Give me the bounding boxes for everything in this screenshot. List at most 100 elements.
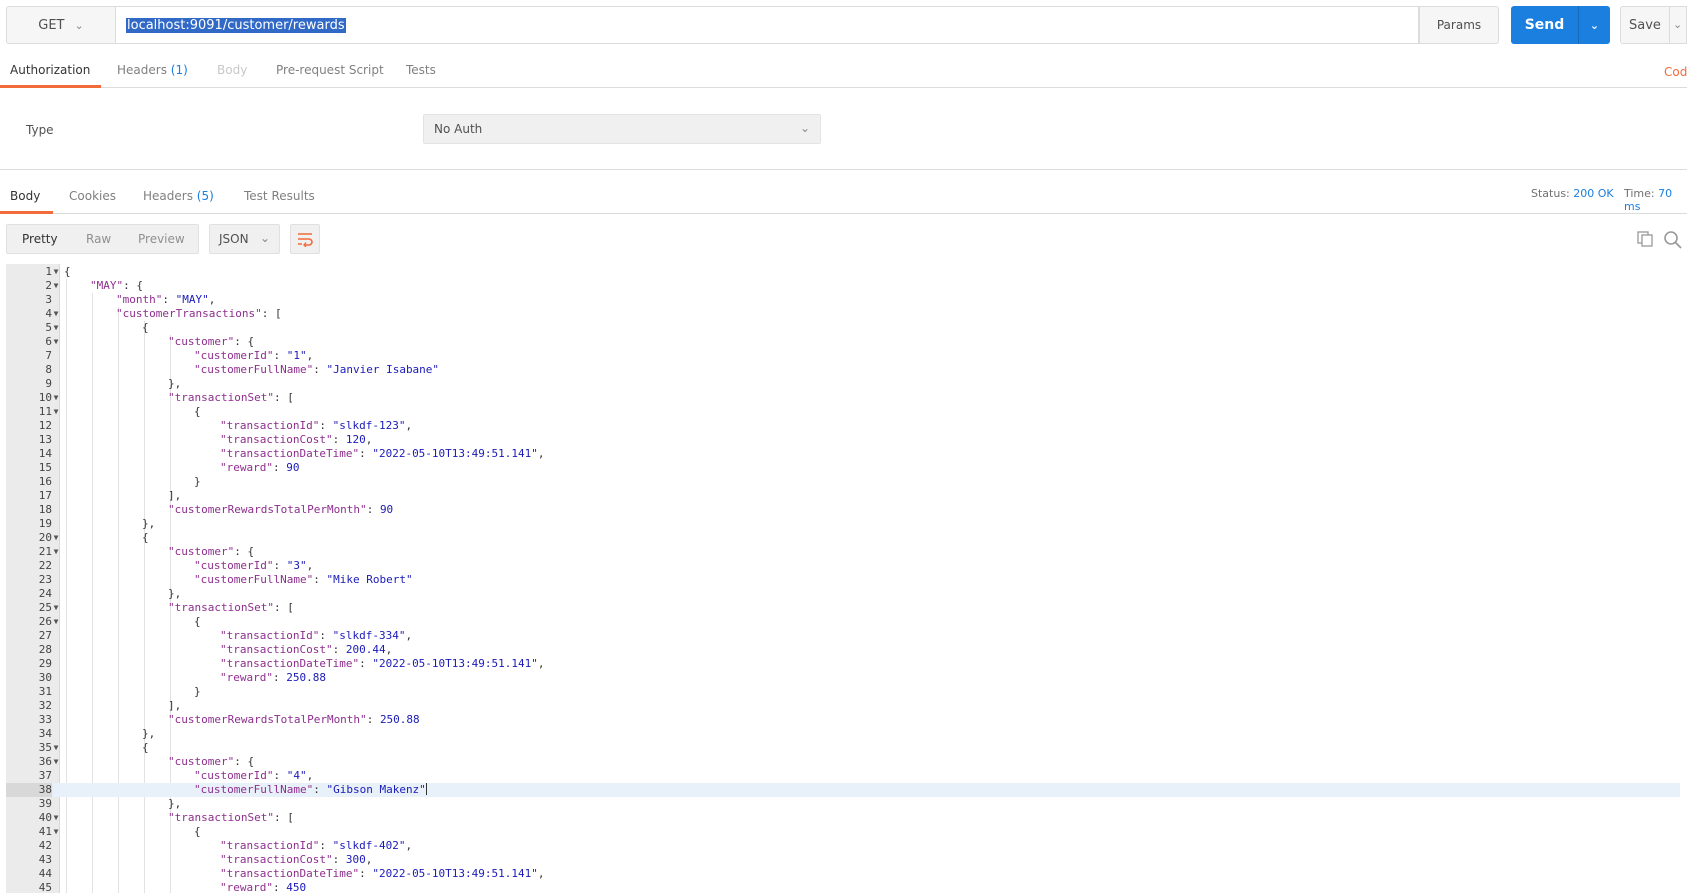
fold-toggle-icon[interactable]: ▼	[52, 405, 60, 419]
code-line: 21 ▼ "customer": {	[6, 545, 1680, 559]
tab-cookies[interactable]: Cookies	[69, 189, 116, 203]
code-line: 16}	[6, 475, 1680, 489]
tab-test-results[interactable]: Test Results	[244, 189, 315, 203]
params-button[interactable]: Params	[1419, 6, 1499, 44]
line-number: 5	[45, 321, 52, 334]
auth-type-label: Type	[26, 123, 54, 137]
fold-toggle-icon[interactable]: ▼	[52, 531, 60, 545]
response-body-editor[interactable]: 1 ▼{2 ▼ "MAY": {3 "month": "MAY", 4 ▼ "customer…	[6, 264, 1680, 893]
line-number: 6	[45, 335, 52, 348]
auth-type-select[interactable]: No Auth ⌄	[423, 114, 821, 144]
json-key: "customerRewardsTotalPerMonth"	[168, 503, 367, 516]
json-value: 250.88	[379, 713, 420, 726]
json-punctuation: : {	[234, 335, 255, 348]
fold-toggle-icon[interactable]: ▼	[52, 615, 60, 629]
fold-toggle-icon[interactable]: ▼	[52, 545, 60, 559]
code-line: 2 ▼ "MAY": {	[6, 279, 1680, 293]
send-button[interactable]: Send ⌄	[1511, 6, 1610, 44]
json-punctuation: :	[272, 881, 287, 893]
fold-toggle-icon[interactable]: ▼	[52, 601, 60, 615]
json-value: "Gibson Makenz"	[326, 783, 426, 796]
fold-toggle-icon[interactable]: ▼	[52, 811, 60, 825]
line-number: 3	[45, 293, 52, 306]
tab-body[interactable]: Body	[217, 63, 247, 77]
search-icon[interactable]	[1663, 230, 1683, 253]
tab-response-headers[interactable]: Headers (5)	[143, 189, 214, 203]
tab-count: (1)	[170, 63, 188, 77]
code-text: }	[194, 685, 201, 699]
wrap-lines-button[interactable]	[290, 224, 320, 254]
code-line: 23 "customerFullName": "Mike Robert"	[6, 573, 1680, 587]
json-punctuation: :	[359, 867, 373, 880]
tab-tests[interactable]: Tests	[406, 63, 436, 77]
code-line: 30 "reward": 250.88	[6, 671, 1680, 685]
code-line: 43 "transactionCost": 300,	[6, 853, 1680, 867]
json-punctuation: :	[162, 293, 176, 306]
send-label: Send	[1524, 17, 1565, 33]
fold-toggle-icon[interactable]: ▼	[52, 321, 60, 335]
json-value: "slkdf-334"	[332, 629, 406, 642]
json-value: 120	[345, 433, 366, 446]
line-number: 33	[38, 713, 52, 726]
json-key: "customerId"	[194, 769, 274, 782]
json-key: "transactionDateTime"	[220, 867, 360, 880]
line-number: 2	[45, 279, 52, 292]
line-number: 18	[38, 503, 52, 516]
format-select[interactable]: JSON ⌄	[209, 224, 280, 254]
fold-toggle-icon[interactable]: ▼	[52, 307, 60, 321]
json-punctuation: : [	[273, 811, 294, 824]
code-line: 42 "transactionId": "slkdf-402",	[6, 839, 1680, 853]
line-number: 13	[38, 433, 52, 446]
json-punctuation: ,	[537, 867, 545, 880]
json-key: "transactionDateTime"	[220, 657, 360, 670]
save-options-chevron-icon[interactable]: ⌄	[1673, 18, 1682, 31]
code-link[interactable]: Cod	[1664, 65, 1687, 79]
json-punctuation: :	[273, 559, 287, 572]
json-punctuation: :	[359, 657, 373, 670]
json-value: 90	[379, 503, 394, 516]
status-value: 200 OK	[1573, 187, 1614, 200]
code-text: },	[168, 587, 181, 601]
fold-toggle-icon[interactable]: ▼	[52, 265, 60, 279]
code-line: 24},	[6, 587, 1680, 601]
tab-authorization[interactable]: Authorization	[10, 63, 90, 77]
view-preview[interactable]: Preview	[138, 232, 185, 246]
fold-toggle-icon[interactable]: ▼	[52, 741, 60, 755]
tab-label: Body	[217, 63, 248, 77]
code-line: 12 "transactionId": "slkdf-123",	[6, 419, 1680, 433]
code-text: },	[142, 727, 155, 741]
tab-label: Test Results	[244, 189, 315, 203]
code-line: 11 ▼ {	[6, 405, 1680, 419]
chevron-down-icon: ⌄	[259, 231, 270, 245]
code-line: 14 "transactionDateTime": "2022-05-10T13:…	[6, 447, 1680, 461]
code-line: 18 "customerRewardsTotalPerMonth": 90	[6, 503, 1680, 517]
tab-headers[interactable]: Headers (1)	[117, 63, 188, 77]
code-text: }	[194, 475, 201, 489]
copy-icon[interactable]	[1636, 230, 1654, 251]
json-punctuation: :	[313, 573, 327, 586]
send-options-chevron-icon[interactable]: ⌄	[1579, 19, 1610, 32]
save-button[interactable]: Save ⌄	[1620, 6, 1687, 44]
fold-toggle-icon[interactable]: ▼	[52, 279, 60, 293]
line-number: 38	[6, 783, 52, 797]
fold-toggle-icon[interactable]: ▼	[52, 391, 60, 405]
method-dropdown[interactable]: GET ⌄	[6, 6, 116, 44]
code-text: "month": "MAY",	[116, 293, 215, 307]
line-number: 21	[38, 545, 52, 558]
fold-toggle-icon[interactable]: ▼	[52, 335, 60, 349]
url-input[interactable]: localhost:9091/customer/rewards	[116, 6, 1419, 44]
line-number: 45	[38, 881, 52, 893]
view-raw[interactable]: Raw	[86, 232, 111, 246]
fold-toggle-icon[interactable]: ▼	[52, 755, 60, 769]
tab-pre-request-script[interactable]: Pre-request Script	[276, 63, 384, 77]
json-key: "transactionId"	[220, 629, 320, 642]
format-value: JSON	[219, 232, 249, 246]
tab-response-body[interactable]: Body	[10, 189, 40, 203]
json-punctuation: ,	[405, 839, 413, 852]
auth-type-value: No Auth	[434, 122, 483, 136]
view-pretty[interactable]: Pretty	[22, 232, 58, 246]
code-line: 40 ▼ "transactionSet": [	[6, 811, 1680, 825]
code-line: 1 ▼ {	[6, 265, 1680, 279]
fold-toggle-icon[interactable]: ▼	[52, 825, 60, 839]
code-line: 33 "customerRewardsTotalPerMonth": 250.88	[6, 713, 1680, 727]
